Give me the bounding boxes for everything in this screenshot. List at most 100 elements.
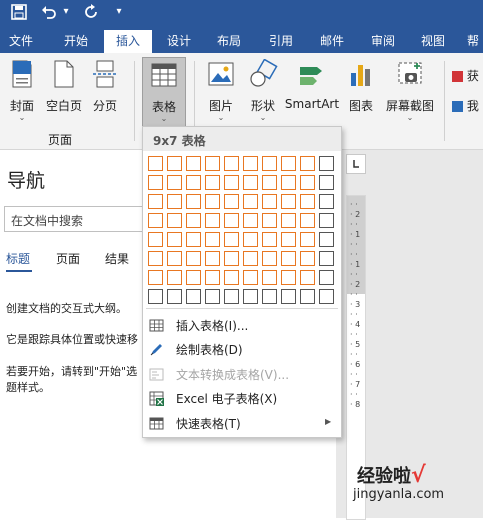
table-grid-cell-selected[interactable]	[224, 175, 239, 190]
table-grid-cell-selected[interactable]	[243, 251, 258, 266]
screenshot-button[interactable]: 屏幕截图 ⌄	[382, 59, 438, 125]
tab-review[interactable]: 审阅	[360, 30, 406, 53]
table-grid-cell-selected[interactable]	[148, 175, 163, 190]
nav-tab-headings[interactable]: 标题	[6, 250, 30, 267]
smartart-button[interactable]: SmartArt	[284, 59, 340, 125]
table-grid-cell-selected[interactable]	[281, 213, 296, 228]
table-grid-cell-selected[interactable]	[148, 232, 163, 247]
table-grid-cell-selected[interactable]	[148, 213, 163, 228]
table-grid-cell-selected[interactable]	[205, 232, 220, 247]
cover-page-button[interactable]: 封面 ⌄	[2, 59, 42, 125]
table-grid-cell-selected[interactable]	[224, 194, 239, 209]
get-addins-button[interactable]: 获	[452, 67, 483, 85]
tab-selector-button[interactable]	[346, 154, 366, 174]
table-grid-cell[interactable]	[319, 232, 334, 247]
excel-spreadsheet-menu-item[interactable]: Excel 电子表格(X)	[143, 386, 341, 410]
pictures-button[interactable]: 图片 ⌄	[200, 59, 242, 125]
table-grid-cell-selected[interactable]	[224, 213, 239, 228]
table-grid-cell[interactable]	[205, 289, 220, 304]
table-grid-cell-selected[interactable]	[205, 270, 220, 285]
table-grid-cell-selected[interactable]	[186, 213, 201, 228]
table-grid-cell-selected[interactable]	[205, 194, 220, 209]
table-grid-cell-selected[interactable]	[186, 270, 201, 285]
table-grid-cell-selected[interactable]	[167, 175, 182, 190]
tab-references[interactable]: 引用	[256, 30, 306, 53]
table-grid-cell[interactable]	[224, 289, 239, 304]
table-grid-cell-selected[interactable]	[224, 232, 239, 247]
table-grid-cell-selected[interactable]	[300, 194, 315, 209]
table-grid-cell-selected[interactable]	[148, 251, 163, 266]
table-grid-cell[interactable]	[148, 289, 163, 304]
tab-file[interactable]: 文件	[0, 30, 42, 53]
tab-design[interactable]: 设计	[156, 30, 202, 53]
table-grid-cell-selected[interactable]	[243, 194, 258, 209]
table-grid-cell-selected[interactable]	[262, 156, 277, 171]
table-grid-cell-selected[interactable]	[167, 156, 182, 171]
table-grid-cell-selected[interactable]	[243, 156, 258, 171]
table-grid-cell[interactable]	[243, 289, 258, 304]
table-grid-cell-selected[interactable]	[262, 213, 277, 228]
table-grid-cell-selected[interactable]	[262, 194, 277, 209]
table-grid-cell-selected[interactable]	[243, 232, 258, 247]
tab-view[interactable]: 视图	[410, 30, 456, 53]
table-grid-cell-selected[interactable]	[243, 175, 258, 190]
table-grid-cell-selected[interactable]	[281, 251, 296, 266]
table-grid-cell-selected[interactable]	[262, 175, 277, 190]
table-grid-cell-selected[interactable]	[281, 175, 296, 190]
table-grid-cell[interactable]	[319, 194, 334, 209]
table-grid-cell-selected[interactable]	[186, 194, 201, 209]
tab-insert[interactable]: 插入	[104, 30, 152, 53]
table-grid-cell[interactable]	[319, 270, 334, 285]
undo-button[interactable]	[38, 0, 60, 24]
nav-tab-results[interactable]: 结果	[105, 250, 129, 267]
table-grid-cell-selected[interactable]	[300, 213, 315, 228]
table-grid-cell[interactable]	[262, 289, 277, 304]
table-grid-cell-selected[interactable]	[262, 270, 277, 285]
table-grid-cell-selected[interactable]	[186, 251, 201, 266]
table-grid-cell-selected[interactable]	[186, 156, 201, 171]
table-grid-cell-selected[interactable]	[281, 194, 296, 209]
table-grid-cell[interactable]	[319, 213, 334, 228]
table-grid-cell[interactable]	[186, 289, 201, 304]
table-grid-cell-selected[interactable]	[281, 232, 296, 247]
table-grid-cell-selected[interactable]	[205, 213, 220, 228]
table-grid-cell-selected[interactable]	[300, 270, 315, 285]
table-grid-cell-selected[interactable]	[186, 175, 201, 190]
table-grid-cell[interactable]	[319, 175, 334, 190]
blank-page-button[interactable]: 空白页	[43, 59, 85, 125]
table-grid-cell-selected[interactable]	[167, 270, 182, 285]
table-grid-cell-selected[interactable]	[167, 213, 182, 228]
tab-mailings[interactable]: 邮件	[308, 30, 356, 53]
table-grid-cell[interactable]	[319, 251, 334, 266]
my-addins-button[interactable]: 我	[452, 97, 483, 115]
table-grid-cell[interactable]	[319, 156, 334, 171]
table-grid-cell[interactable]	[281, 289, 296, 304]
table-grid-cell[interactable]	[167, 289, 182, 304]
table-grid-cell-selected[interactable]	[243, 213, 258, 228]
table-grid-cell[interactable]	[300, 289, 315, 304]
table-grid-cell-selected[interactable]	[148, 194, 163, 209]
nav-search-input[interactable]: 在文档中搜索	[4, 206, 146, 232]
table-grid-cell-selected[interactable]	[224, 251, 239, 266]
table-grid-cell-selected[interactable]	[167, 232, 182, 247]
table-grid-cell-selected[interactable]	[281, 156, 296, 171]
table-grid-cell-selected[interactable]	[281, 270, 296, 285]
table-grid-cell[interactable]	[319, 289, 334, 304]
table-grid-cell-selected[interactable]	[300, 251, 315, 266]
table-button[interactable]: 表格 ⌄	[142, 57, 186, 129]
table-grid-cell-selected[interactable]	[205, 175, 220, 190]
tab-help[interactable]: 帮	[460, 30, 483, 53]
table-grid-cell-selected[interactable]	[205, 156, 220, 171]
table-grid-cell-selected[interactable]	[167, 194, 182, 209]
nav-tab-pages[interactable]: 页面	[56, 250, 80, 267]
quick-tables-menu-item[interactable]: 快速表格(T) ▶	[143, 411, 341, 435]
table-grid-cell-selected[interactable]	[243, 270, 258, 285]
table-grid[interactable]	[148, 156, 340, 308]
chart-button[interactable]: 图表	[340, 59, 382, 125]
tab-layout[interactable]: 布局	[206, 30, 252, 53]
insert-table-menu-item[interactable]: 插入表格(I)...	[143, 313, 341, 337]
table-grid-cell-selected[interactable]	[205, 251, 220, 266]
table-grid-cell-selected[interactable]	[186, 232, 201, 247]
customize-toolbar-button[interactable]: ▾	[112, 0, 126, 24]
table-grid-cell-selected[interactable]	[224, 156, 239, 171]
